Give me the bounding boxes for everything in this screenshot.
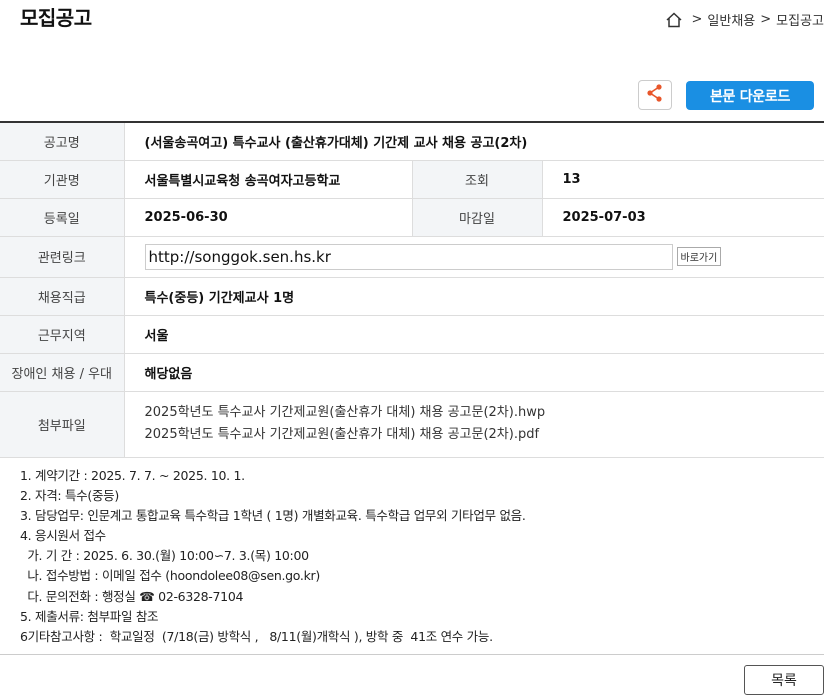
reg-date-value: 2025-06-30: [124, 198, 412, 237]
table-row: 첨부파일 2025학년도 특수교사 기간제교원(출산휴가 대체) 채용 공고문(…: [0, 391, 824, 458]
job-value: 특수(중등) 기간제교사 1명: [124, 277, 824, 316]
body-line: 5. 제출서류: 첨부파일 참조: [20, 608, 159, 624]
files-cell: 2025학년도 특수교사 기간제교원(출산휴가 대체) 채용 공고문(2차).h…: [124, 391, 824, 458]
share-icon: [645, 83, 665, 107]
link-field[interactable]: http://songgok.sen.hs.kr: [144, 243, 673, 270]
table-row: 근무지역 서울: [0, 315, 824, 354]
body-line: 1. 계약기간 : 2025. 7. 7. ~ 2025. 10. 1.: [20, 468, 245, 483]
job-label: 채용직급: [0, 277, 125, 316]
page-title: 모집공고: [20, 6, 92, 30]
table-row: 공고명 (서울송곡여고) 특수교사 (출산휴가대체) 기간제 교사 채용 공고(…: [0, 122, 824, 161]
link-cell: http://songgok.sen.hs.kr 바로가기: [124, 236, 824, 278]
body-line: 가. 기 간 : 2025. 6. 30.(월) 10:00∽7. 3.(목) …: [20, 548, 309, 564]
org-label: 기관명: [0, 160, 125, 199]
divider: [0, 654, 824, 655]
disabled-value: 해당없음: [124, 353, 824, 392]
deadline-value: 2025-07-03: [542, 198, 824, 237]
files-label: 첨부파일: [0, 391, 125, 458]
body-line: 6기타참고사항 : 학교일정 (7/18(금) 방학식 , 8/11(월)개학식…: [20, 628, 493, 644]
download-button[interactable]: 본문 다운로드: [686, 81, 814, 110]
table-row: 장애인 채용 / 우대 해당없음: [0, 353, 824, 392]
notice-info-table: 공고명 (서울송곡여고) 특수교사 (출산휴가대체) 기간제 교사 채용 공고(…: [0, 121, 824, 458]
region-value: 서울: [124, 315, 824, 354]
table-row: 관련링크 http://songgok.sen.hs.kr 바로가기: [0, 236, 824, 278]
body-line: 나. 접수방법 : 이메일 접수 (hoondolee08@sen.go.kr): [20, 568, 320, 584]
body-line: 3. 담당업무: 인문계고 통합교육 특수학급 1학년 ( 1명) 개별화교육.…: [20, 508, 526, 524]
attachment-hwp[interactable]: 2025학년도 특수교사 기간제교원(출산휴가 대체) 채용 공고문(2차).h…: [145, 402, 805, 424]
body-line: 다. 문의전화 : 행정실 ☎ 02-6328-7104: [20, 588, 244, 604]
table-row: 기관명 서울특별시교육청 송곡여자고등학교 조회 13: [0, 160, 824, 199]
home-icon[interactable]: [665, 11, 683, 29]
views-label: 조회: [411, 160, 543, 199]
attachment-pdf[interactable]: 2025학년도 특수교사 기간제교원(출산휴가 대체) 채용 공고문(2차).p…: [145, 424, 805, 446]
share-button[interactable]: [638, 80, 672, 110]
notice-body: 1. 계약기간 : 2025. 7. 7. ~ 2025. 10. 1. 2. 자…: [20, 466, 526, 647]
breadcrumb-item-general[interactable]: 일반채용: [707, 10, 755, 29]
title-label: 공고명: [0, 122, 125, 161]
list-button[interactable]: 목록: [744, 665, 824, 695]
breadcrumb-separator: >: [691, 12, 703, 27]
views-value: 13: [542, 160, 824, 199]
link-label: 관련링크: [0, 236, 125, 278]
breadcrumb: > 일반채용 > 모집공고: [665, 10, 824, 29]
title-value: (서울송곡여고) 특수교사 (출산휴가대체) 기간제 교사 채용 공고(2차): [124, 122, 824, 161]
region-label: 근무지역: [0, 315, 125, 354]
table-row: 채용직급 특수(중등) 기간제교사 1명: [0, 277, 824, 316]
disabled-label: 장애인 채용 / 우대: [0, 353, 125, 392]
body-line: 4. 응시원서 접수: [20, 528, 106, 544]
go-link-button[interactable]: 바로가기: [676, 247, 722, 266]
table-row: 등록일 2025-06-30 마감일 2025-07-03: [0, 198, 824, 237]
breadcrumb-item-current[interactable]: 모집공고: [776, 10, 824, 29]
org-value: 서울특별시교육청 송곡여자고등학교: [124, 160, 412, 199]
body-line: 2. 자격: 특수(중등): [20, 488, 119, 504]
reg-date-label: 등록일: [0, 198, 125, 237]
deadline-label: 마감일: [411, 198, 543, 237]
breadcrumb-separator: >: [760, 12, 772, 27]
